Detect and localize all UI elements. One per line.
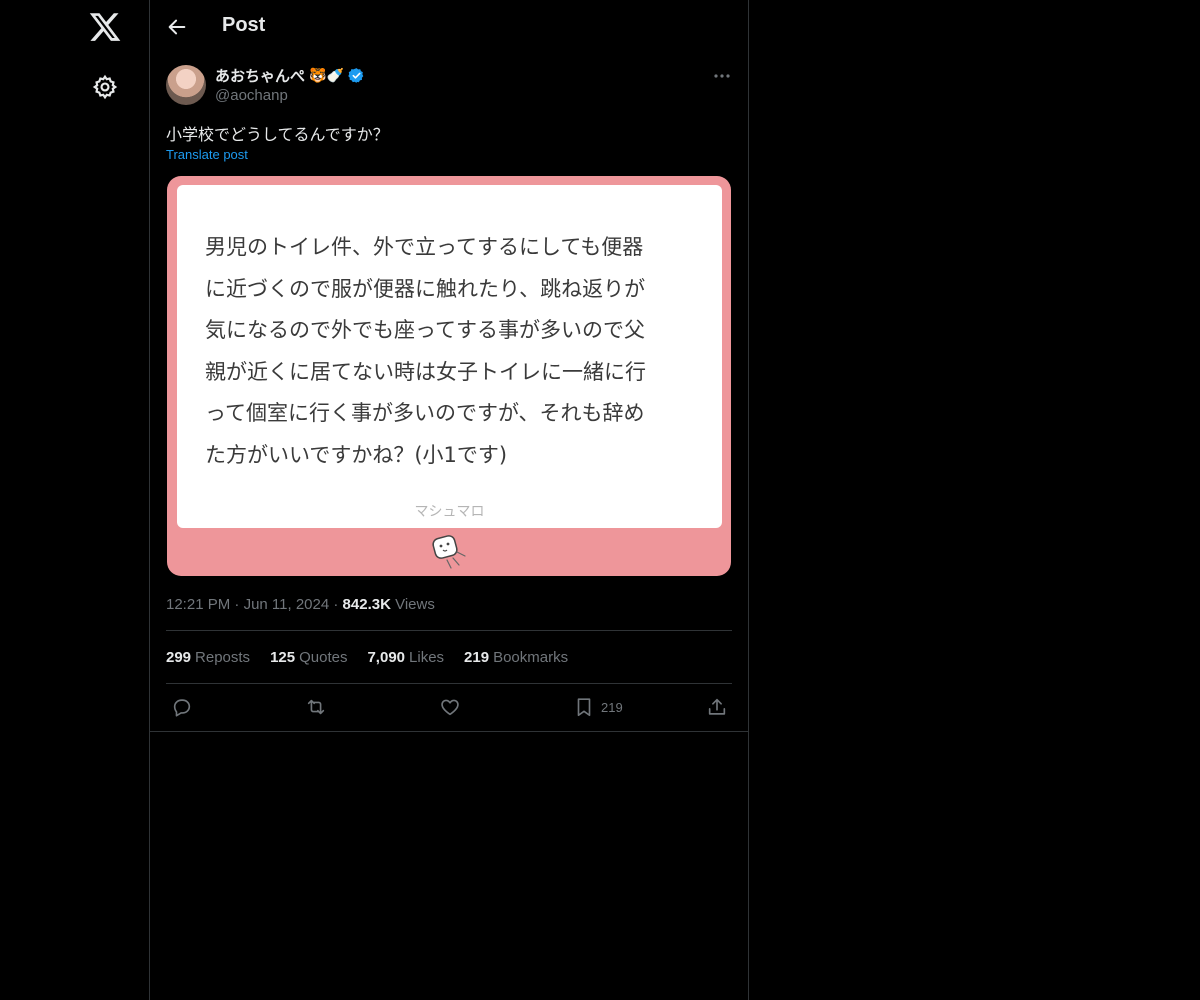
views-count: 842.3K — [342, 596, 391, 613]
post-text: 小学校でどうしてるんですか？ — [166, 125, 389, 144]
avatar[interactable] — [166, 65, 206, 105]
reposts-stat[interactable]: 299 Reposts — [166, 649, 250, 666]
card-question-text: 男児のトイレ件、外で立ってするにしても便器 に近づくので服が便器に触れたり、跳ね… — [205, 235, 646, 467]
verified-badge-icon — [348, 68, 364, 83]
heart-icon — [441, 699, 459, 716]
divider — [166, 630, 732, 631]
reply-icon — [173, 699, 191, 717]
arrow-left-icon[interactable] — [166, 16, 188, 38]
author-handle[interactable]: @aochanp — [215, 87, 288, 104]
share-button[interactable] — [706, 696, 728, 718]
gear-icon[interactable] — [92, 74, 118, 100]
views-label: Views — [395, 596, 435, 613]
repost-button[interactable] — [305, 696, 327, 718]
x-logo-icon[interactable] — [88, 10, 122, 44]
post-image-card[interactable]: 男児のトイレ件、外で立ってするにしても便器 に近づくので服が便器に触れたり、跳ね… — [167, 176, 731, 576]
card-brand-label: マシュマロ — [414, 504, 485, 520]
repost-icon — [307, 699, 325, 715]
page-title: Post — [222, 14, 266, 36]
author-emoji: 🐯🍼 — [309, 67, 344, 83]
bookmarks-stat[interactable]: 219 Bookmarks — [464, 649, 568, 666]
left-nav — [0, 0, 150, 1000]
meta-separator: · — [234, 596, 244, 613]
more-options-icon[interactable] — [712, 66, 732, 86]
marshmallow-mascot-icon — [432, 535, 466, 569]
bookmark-icon — [577, 698, 591, 717]
post-date[interactable]: Jun 11, 2024 — [244, 596, 330, 613]
card-inner: 男児のトイレ件、外で立ってするにしても便器 に近づくので服が便器に触れたり、跳ね… — [177, 185, 722, 528]
like-button[interactable] — [439, 696, 461, 718]
divider — [150, 731, 748, 732]
divider — [166, 683, 732, 684]
reply-button[interactable] — [171, 696, 193, 718]
engagement-stats: 299 Reposts 125 Quotes 7,090 Likes 219 Bookm… — [166, 649, 568, 666]
post-time[interactable]: 12:21 PM — [166, 596, 230, 613]
post-meta: 12:21 PM · Jun 11, 2024 · 842.3K Views — [166, 596, 435, 613]
bookmark-count: 219 — [601, 699, 623, 715]
meta-separator: · — [333, 596, 343, 613]
main-column: Post あおちゃんぺ 🐯🍼 @aochanp 小学校でどうしてるんですか？ T… — [149, 0, 749, 1000]
page-header: Post — [150, 0, 748, 53]
author-name-row[interactable]: あおちゃんぺ 🐯🍼 — [215, 65, 365, 86]
bookmark-button[interactable]: 219 — [573, 696, 623, 718]
likes-stat[interactable]: 7,090 Likes — [367, 649, 444, 666]
translate-post-link[interactable]: Translate post — [166, 147, 248, 162]
quotes-stat[interactable]: 125 Quotes — [270, 649, 347, 666]
author-name[interactable]: あおちゃんぺ — [215, 65, 305, 86]
share-icon — [708, 698, 726, 715]
